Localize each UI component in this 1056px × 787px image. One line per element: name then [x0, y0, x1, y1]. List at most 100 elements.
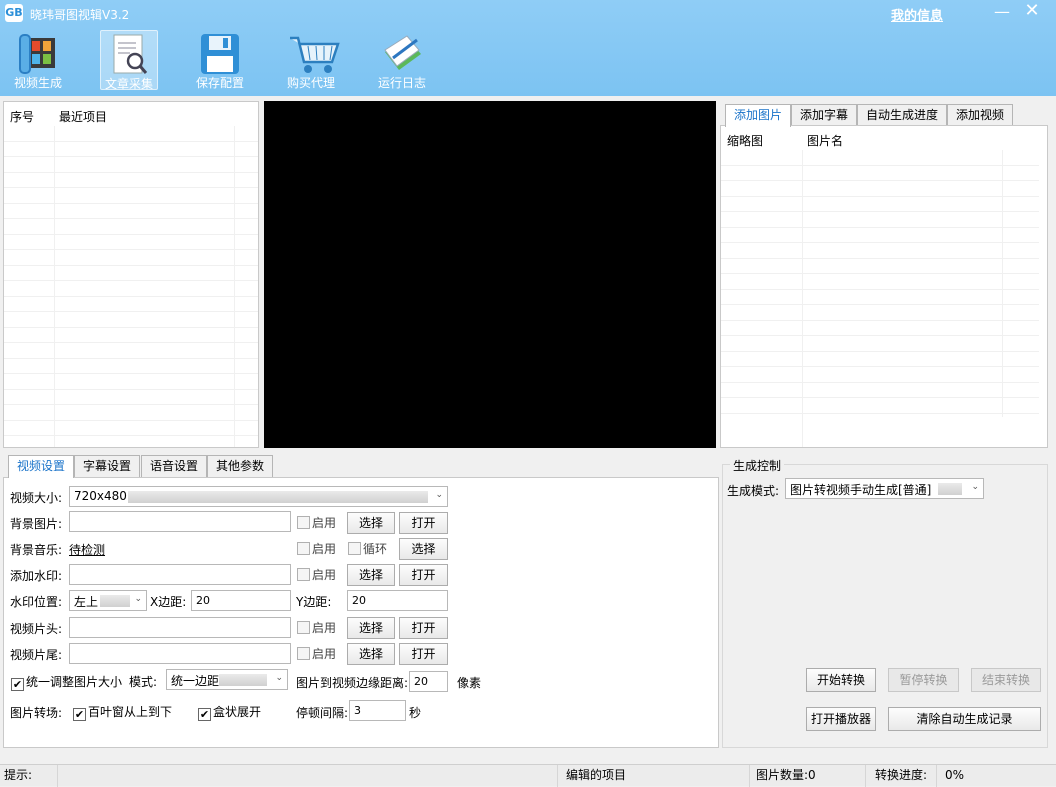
- minimize-button[interactable]: —: [990, 2, 1014, 22]
- toolbar-label: 保存配置: [195, 76, 244, 90]
- table-row: [4, 219, 258, 235]
- video-preview[interactable]: [264, 101, 716, 448]
- bg-image-label: 背景图片:: [10, 517, 63, 531]
- bg-music-loop-checkbox[interactable]: 循环: [348, 540, 387, 556]
- video-size-value: 720x480: [74, 489, 127, 503]
- stop-convert-button[interactable]: 结束转换: [971, 668, 1041, 692]
- col-index-header: 序号: [10, 110, 35, 124]
- my-info-link[interactable]: 我的信息: [891, 5, 943, 24]
- app-logo-icon: GB: [5, 4, 23, 22]
- table-row: [721, 274, 1039, 290]
- intro-enable-checkbox[interactable]: 启用: [297, 619, 336, 635]
- bg-image-enable-checkbox[interactable]: 启用: [297, 514, 336, 530]
- table-row: [4, 390, 258, 405]
- start-convert-button[interactable]: 开始转换: [806, 668, 876, 692]
- close-button[interactable]: ✕: [1020, 0, 1044, 22]
- table-row: [721, 166, 1039, 181]
- edge-distance-input[interactable]: 20: [409, 671, 448, 692]
- check-icon: ✔: [198, 708, 211, 721]
- watermark-open-button[interactable]: 打开: [399, 564, 448, 586]
- mode-label: 模式:: [129, 675, 158, 689]
- transition-blinds-checkbox[interactable]: ✔ 百叶窗从上到下: [73, 703, 172, 721]
- toolbar-save-config[interactable]: 保存配置: [191, 30, 249, 90]
- toolbar-buy-agent[interactable]: 购买代理: [282, 30, 340, 90]
- edge-distance-label: 图片到视频边缘距离:: [296, 676, 409, 690]
- table-row: [4, 312, 258, 328]
- watermark-choose-button[interactable]: 选择: [347, 564, 395, 586]
- generation-mode-select[interactable]: 图片转视频手动生成[普通] ⌄: [785, 478, 984, 499]
- table-row: [4, 250, 258, 266]
- pause-convert-button[interactable]: 暂停转换: [888, 668, 959, 692]
- recent-grid-header: 序号 最近项目: [4, 102, 258, 126]
- tab-voice-settings[interactable]: 语音设置: [141, 455, 208, 477]
- intro-open-button[interactable]: 打开: [399, 617, 448, 639]
- chevron-down-icon: ⌄: [971, 482, 979, 492]
- tab-subtitle-settings[interactable]: 字幕设置: [74, 455, 141, 477]
- toolbar-video-generate[interactable]: 视频生成: [9, 30, 67, 90]
- table-row: [721, 336, 1039, 352]
- outro-enable-checkbox[interactable]: 启用: [297, 645, 336, 661]
- table-row: [721, 197, 1039, 212]
- status-progress-value: 0%: [945, 768, 965, 782]
- resize-mode-value: 统一边距: [171, 674, 220, 688]
- outro-open-button[interactable]: 打开: [399, 643, 448, 665]
- tab-other-params[interactable]: 其他参数: [207, 455, 274, 477]
- table-row: [721, 212, 1039, 228]
- table-row: [4, 343, 258, 359]
- tab-add-image[interactable]: 添加图片: [725, 104, 792, 127]
- outro-input[interactable]: [69, 643, 291, 664]
- x-margin-input[interactable]: 20: [191, 590, 291, 611]
- recent-projects-panel[interactable]: 序号 最近项目: [3, 101, 259, 448]
- bg-music-detect-link[interactable]: 待检测: [69, 541, 105, 558]
- status-hint-value: [58, 765, 558, 787]
- table-row: [4, 235, 258, 250]
- intro-input[interactable]: [69, 617, 291, 638]
- resize-mode-select[interactable]: 统一边距 ⌄: [166, 669, 288, 690]
- table-row: [721, 228, 1039, 243]
- bg-image-open-button[interactable]: 打开: [399, 512, 448, 534]
- resize-images-checkbox[interactable]: ✔ 统一调整图片大小: [11, 673, 122, 691]
- bg-music-choose-button[interactable]: 选择: [399, 538, 448, 560]
- bg-music-enable-checkbox[interactable]: 启用: [297, 540, 336, 556]
- open-player-button[interactable]: 打开播放器: [806, 707, 876, 731]
- pause-interval-input[interactable]: 3: [349, 700, 406, 721]
- settings-tabbar: 视频设置 字幕设置 语音设置 其他参数: [5, 455, 305, 478]
- image-list-panel[interactable]: 缩略图 图片名: [720, 125, 1048, 448]
- select-fill: [128, 491, 428, 503]
- transition-box-checkbox[interactable]: ✔ 盒状展开: [198, 703, 261, 721]
- clear-auto-records-button[interactable]: 清除自动生成记录: [888, 707, 1041, 731]
- film-icon: [15, 32, 61, 76]
- watermark-enable-checkbox[interactable]: 启用: [297, 566, 336, 582]
- table-row: [4, 266, 258, 281]
- table-row: [4, 374, 258, 390]
- table-row: [4, 188, 258, 204]
- bg-music-label: 背景音乐:: [10, 543, 63, 557]
- tab-add-subtitle[interactable]: 添加字幕: [791, 104, 858, 126]
- floppy-disk-icon: [197, 32, 243, 76]
- y-margin-input[interactable]: 20: [347, 590, 448, 611]
- watermark-position-select[interactable]: 左上 ⌄: [69, 590, 147, 611]
- outro-choose-button[interactable]: 选择: [347, 643, 395, 665]
- bg-image-choose-button[interactable]: 选择: [347, 512, 395, 534]
- toolbar-article-collect[interactable]: 文章采集: [100, 30, 158, 91]
- toolbar-run-log[interactable]: 运行日志: [373, 30, 431, 90]
- intro-choose-button[interactable]: 选择: [347, 617, 395, 639]
- watermark-position-label: 水印位置:: [10, 595, 63, 609]
- image-grid-header: 缩略图 图片名: [721, 126, 1047, 150]
- tab-add-video[interactable]: 添加视频: [947, 104, 1014, 126]
- table-row: [4, 297, 258, 312]
- tab-video-settings[interactable]: 视频设置: [8, 455, 75, 478]
- watermark-input[interactable]: [69, 564, 291, 585]
- table-row: [4, 421, 258, 436]
- video-size-select[interactable]: 720x480 ⌄: [69, 486, 448, 507]
- table-row: [4, 157, 258, 173]
- intro-label: 视频片头:: [10, 622, 63, 636]
- table-row: [4, 204, 258, 219]
- status-progress-label: 转换进度:: [871, 765, 937, 787]
- table-row: [721, 259, 1039, 274]
- status-bar: 提示: 编辑的项目 图片数量:0 转换进度: 0%: [0, 764, 1056, 787]
- tab-auto-progress[interactable]: 自动生成进度: [857, 104, 948, 126]
- bg-image-input[interactable]: [69, 511, 291, 532]
- transition-label: 图片转场:: [10, 706, 63, 720]
- table-row: [721, 383, 1039, 398]
